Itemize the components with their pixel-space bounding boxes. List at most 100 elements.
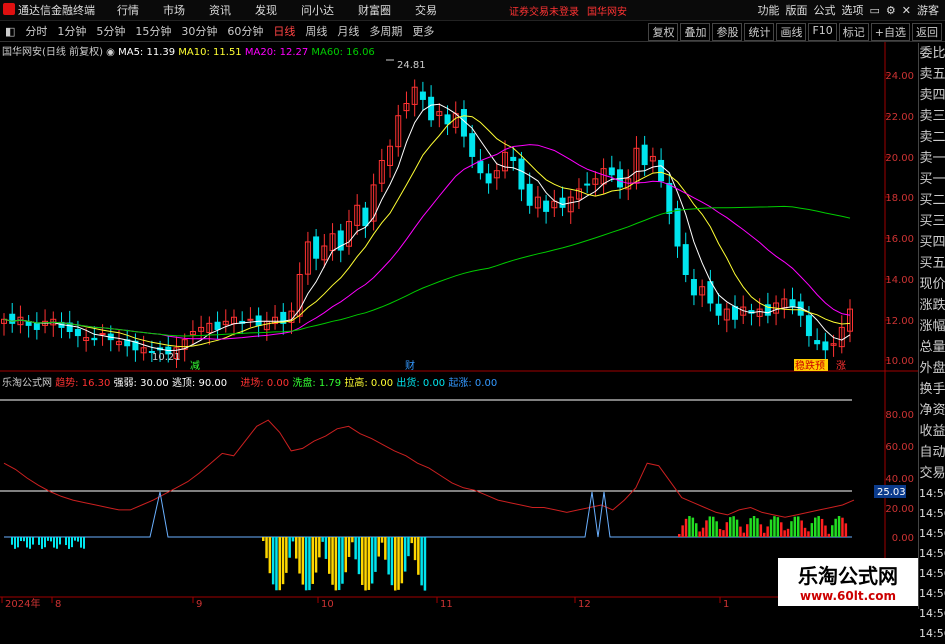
sidebar-field-8: 买三 [919,211,945,232]
menu-shichang[interactable]: 市场 [163,2,185,18]
candle-body [560,198,565,207]
price-tick: 24.00 [885,71,914,82]
hist-bar [298,537,301,574]
tongji-button[interactable]: 统计 [744,23,774,41]
hist-bar [834,519,837,537]
tab-1min[interactable]: 1分钟 [55,23,88,39]
wash-label: 洗盘: 1.79 [292,378,341,389]
tab-15min[interactable]: 15分钟 [133,23,173,39]
sidebar-toggle-icon[interactable]: ◧ [3,25,17,38]
sidebar-time-5: 14:56 [919,584,945,604]
hist-bar [11,537,13,545]
fuquan-button[interactable]: 复权 [648,23,678,41]
hist-bar [262,537,265,541]
trend-label: 趋势: 16.30 [55,378,110,389]
hist-bar [354,537,357,559]
diejia-button[interactable]: 叠加 [680,23,710,41]
date-tick: 9 [196,599,202,609]
menu-xuanxiang[interactable]: 选项 [842,2,864,18]
hist-bar [83,537,85,549]
ma60-label: MA60: 16.06 [311,47,374,58]
hist-bar [824,526,827,537]
tag-zhang: 涨 [836,360,846,372]
hist-bar [821,519,824,537]
tab-monthly[interactable]: 月线 [335,23,361,39]
hist-bar [698,531,701,537]
menu-zixun[interactable]: 资讯 [209,2,231,18]
menu-banmian[interactable]: 版面 [786,2,808,18]
sidebar-time-3: 14:56 [919,544,945,564]
candle-body [470,134,475,157]
hist-bar [26,537,28,547]
menu-jiaoyi[interactable]: 交易 [415,2,437,18]
hist-bar [702,528,705,537]
settings-dot-icon[interactable]: ◉ [106,47,115,58]
tab-60min[interactable]: 60分钟 [225,23,265,39]
settings-icon[interactable]: ⚙ [886,4,896,17]
minimize-icon[interactable]: ▭ [870,4,880,17]
ma5-line [4,104,850,350]
ma20-line [4,145,850,340]
hist-bar [688,516,691,537]
hist-bar [424,537,427,591]
date-tick: 12 [578,599,591,609]
menu-caifuquan[interactable]: 财富圈 [358,2,391,18]
enter-label: 进场: 0.00 [240,378,289,389]
hist-bar [845,523,848,537]
hist-bar [321,537,324,542]
price-tick: 12.00 [885,316,914,327]
hist-bar [358,537,361,574]
menu-gongshi[interactable]: 公式 [814,2,836,18]
add-watchlist-button[interactable]: +自选 [871,23,910,41]
menu-wenxiaoda[interactable]: 问小达 [301,2,334,18]
hist-bar [678,534,681,537]
sidebar-time-4: 14:56 [919,564,945,584]
close-icon[interactable]: ✕ [902,4,911,17]
hist-bar [814,518,817,537]
user-label[interactable]: 游客 [917,2,939,18]
tab-daily[interactable]: 日线 [271,23,297,39]
app-logo-icon [3,3,15,15]
biaoji-button[interactable]: 标记 [839,23,869,41]
sidebar-field-14: 总量 [919,337,945,358]
hist-bar [345,537,348,572]
sidebar-trade-1[interactable]: 交易 [919,463,945,484]
candle-body [815,341,820,344]
hist-bar [378,537,381,557]
menu-faxian[interactable]: 发现 [255,2,277,18]
menu-hangqing[interactable]: 行情 [117,2,139,18]
hist-bar [753,516,756,537]
candle-body [790,300,795,307]
candle-body [675,209,680,246]
tab-multi[interactable]: 多周期 [367,23,404,39]
tab-30min[interactable]: 30分钟 [179,23,219,39]
hist-bar [743,533,746,537]
back-button[interactable]: 返回 [912,23,942,41]
candle-body [256,316,261,325]
tab-5min[interactable]: 5分钟 [94,23,127,39]
hist-bar [831,525,834,537]
cangu-button[interactable]: 参股 [712,23,742,41]
tab-weekly[interactable]: 周线 [303,23,329,39]
candle-body [75,329,80,335]
candle-body [10,314,15,323]
hist-bar [766,526,769,537]
f10-button[interactable]: F10 [808,23,836,41]
chart-title: 国华网安(日线 前复权) [2,47,103,58]
candle-body [34,323,39,330]
candle-body [314,237,319,258]
menu-gongneng[interactable]: 功能 [758,2,780,18]
sidebar-trade-0[interactable]: 自动 [919,442,945,463]
price-tick: 14.00 [885,275,914,286]
hist-bar [749,518,752,537]
candle-body [585,184,590,185]
hist-bar [780,522,783,537]
strong-label: 强弱: 30.00 [114,378,169,389]
date-tick: 11 [440,599,453,609]
trend-line [4,420,854,517]
huaxian-button[interactable]: 画线 [776,23,806,41]
tab-more[interactable]: 更多 [410,23,436,39]
kline-chart[interactable]: 24.0022.0020.0018.0016.0014.0012.0010.00… [0,42,918,609]
tab-fenshi[interactable]: 分时 [23,23,49,39]
login-notice[interactable]: 证券交易未登录 [509,3,579,18]
